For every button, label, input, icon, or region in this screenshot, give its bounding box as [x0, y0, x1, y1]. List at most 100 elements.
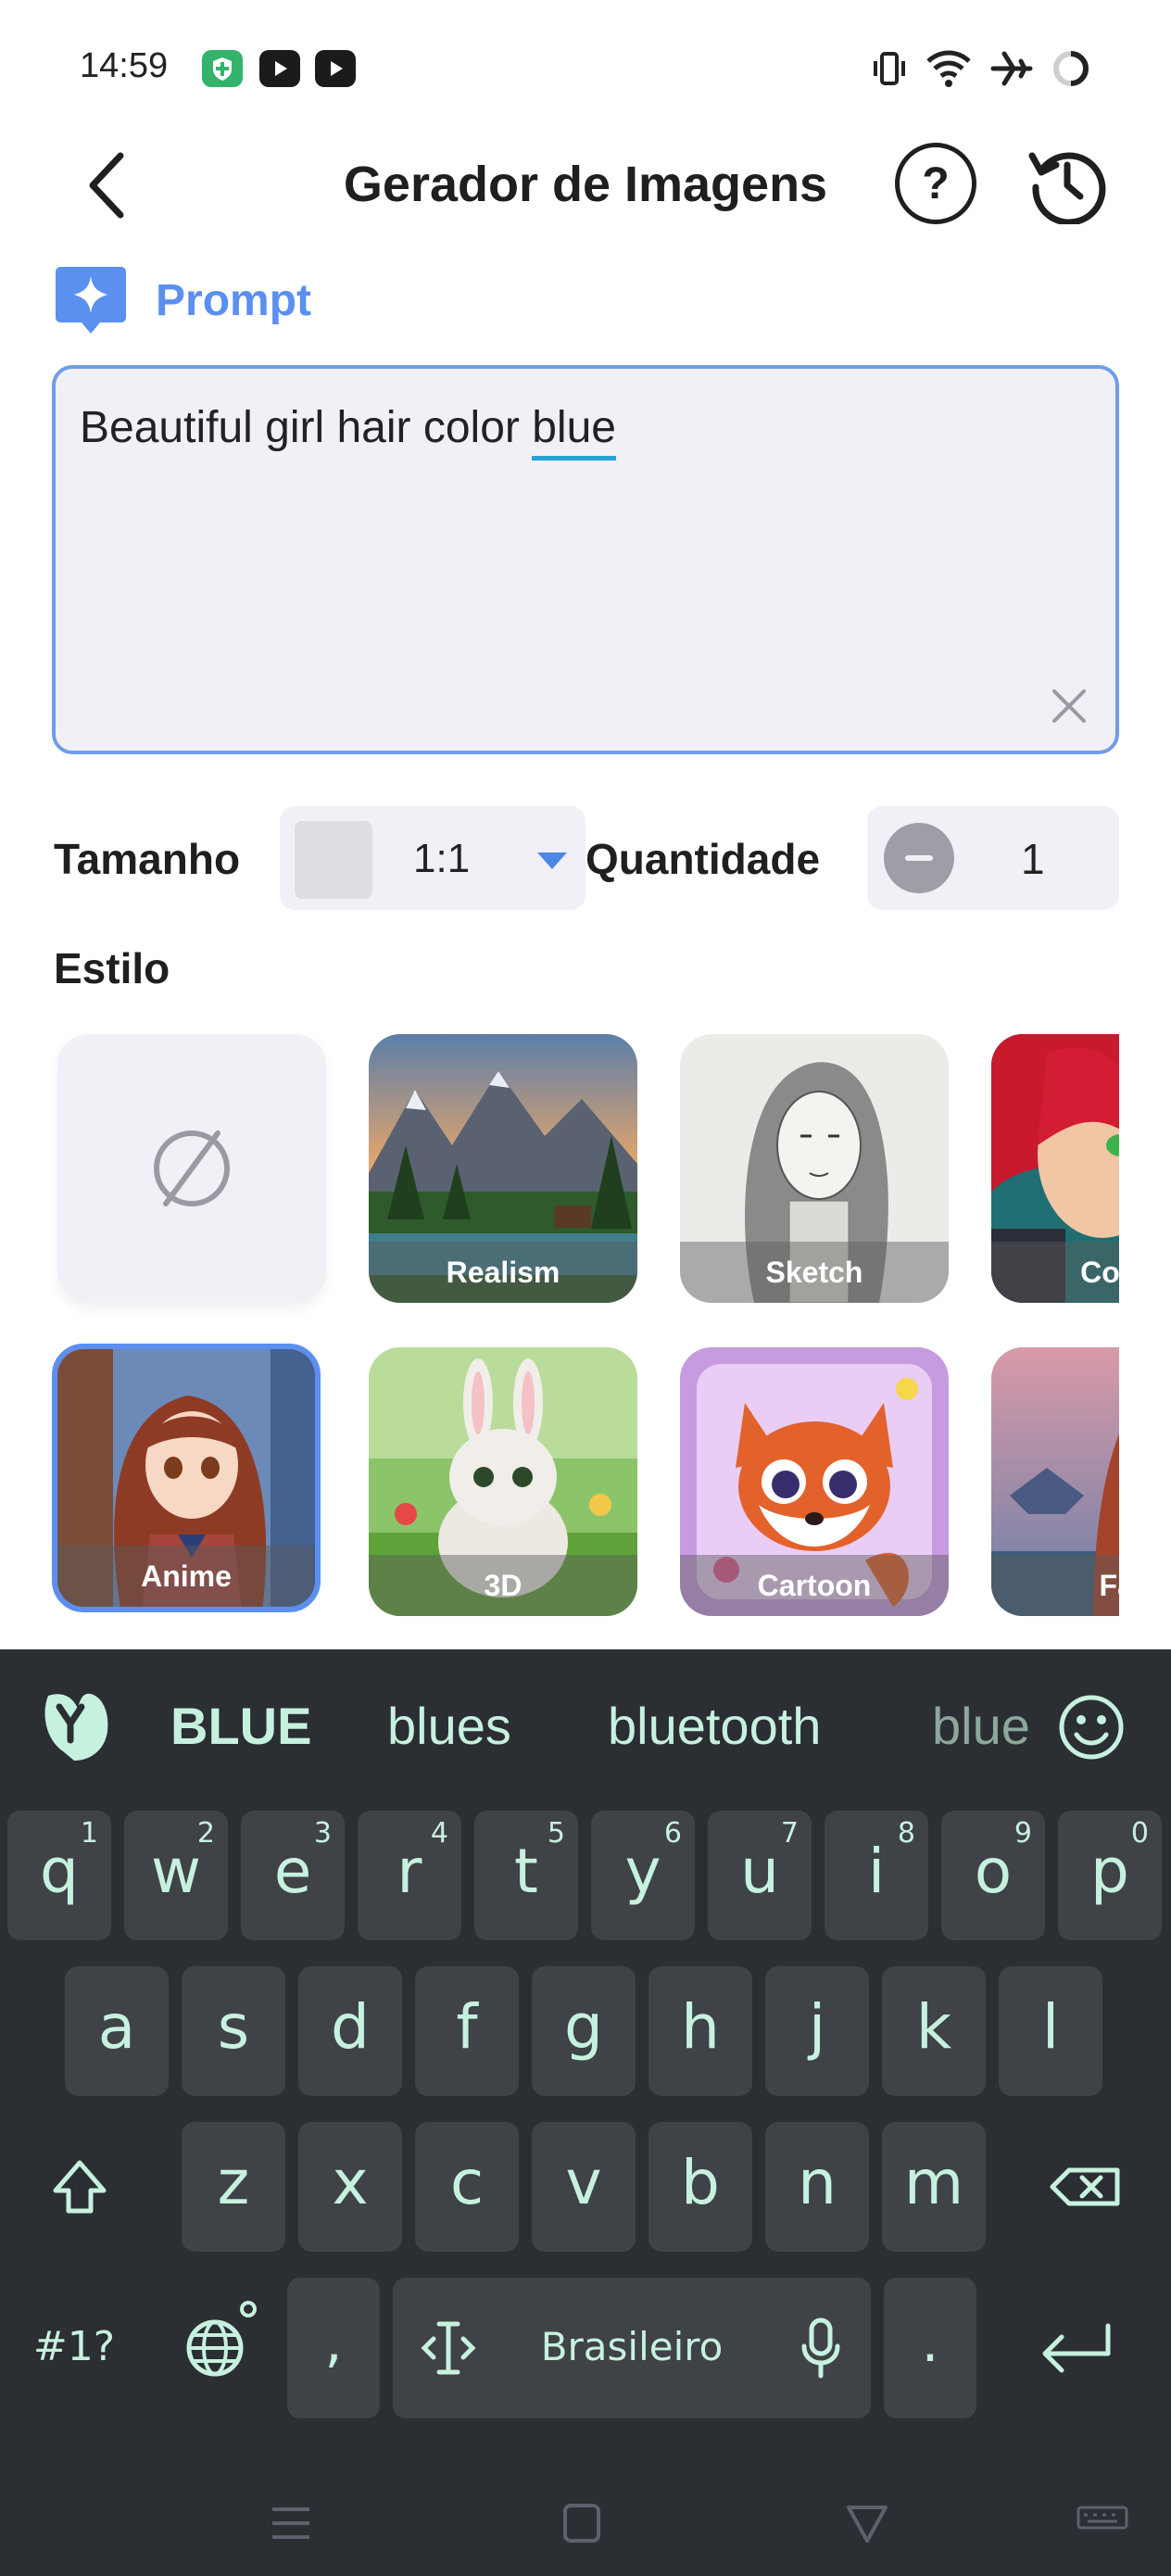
key-y[interactable]: y6 — [591, 1811, 695, 1940]
language-key[interactable] — [163, 2278, 267, 2407]
size-select[interactable]: 1:1 — [280, 806, 586, 910]
enter-key[interactable] — [1023, 2278, 1134, 2407]
key-u[interactable]: u7 — [708, 1811, 812, 1940]
quantity-label: Quantidade — [586, 835, 821, 883]
caret-down-icon — [537, 852, 567, 869]
prompt-composing-word: blue — [532, 403, 616, 461]
key-z[interactable]: z — [182, 2122, 285, 2252]
space-label: Brasileiro — [540, 2324, 724, 2369]
style-tile-realism[interactable]: Realism — [369, 1034, 637, 1303]
key-hint: 3 — [313, 1817, 332, 1850]
suggestion-item[interactable]: bluetooth — [608, 1696, 821, 1756]
globe-icon — [186, 2301, 257, 2377]
home-icon[interactable] — [560, 2500, 604, 2546]
shift-key[interactable] — [28, 2122, 132, 2252]
key-m[interactable]: m — [882, 2122, 986, 2252]
style-tile-label: Comic — [991, 1242, 1119, 1303]
key-o[interactable]: o9 — [941, 1811, 1045, 1940]
options-row: Tamanho 1:1 Quantidade 1 — [0, 801, 1171, 912]
comma-key[interactable]: , — [287, 2278, 380, 2418]
key-j[interactable]: j — [765, 1966, 869, 2096]
style-tile-cartoon[interactable]: Cartoon — [680, 1347, 949, 1616]
key-hint: 6 — [663, 1817, 682, 1850]
key-e[interactable]: e3 — [241, 1811, 345, 1940]
emoji-icon[interactable] — [1056, 1692, 1127, 1762]
key-p[interactable]: p0 — [1058, 1811, 1162, 1940]
vibrate-icon — [871, 48, 908, 94]
style-tile-label: Sketch — [680, 1242, 949, 1303]
prompt-input[interactable]: Beautiful girl hair color blue — [52, 365, 1119, 754]
key-q[interactable]: q1 — [7, 1811, 111, 1940]
style-tile-none[interactable] — [57, 1034, 326, 1303]
period-key[interactable]: . — [884, 2278, 976, 2418]
key-hint: 5 — [547, 1817, 565, 1850]
back-triangle-icon[interactable] — [843, 2500, 891, 2546]
style-tile-3d[interactable]: 3D — [369, 1347, 637, 1616]
key-g[interactable]: g — [532, 1966, 636, 2096]
style-grid: Realism Sketch Comic — [52, 1029, 1119, 1616]
key-h[interactable]: h — [648, 1966, 752, 2096]
key-char: y — [624, 1836, 661, 1907]
key-char: i — [867, 1836, 886, 1907]
key-b[interactable]: b — [648, 2122, 752, 2252]
space-key[interactable]: Brasileiro — [393, 2278, 871, 2418]
key-l[interactable]: l — [999, 1966, 1102, 2096]
prompt-label: Prompt — [156, 275, 311, 325]
prompt-text-main: Beautiful girl hair color — [80, 403, 533, 452]
keyboard-logo-icon[interactable] — [37, 1686, 115, 1764]
key-c[interactable]: c — [415, 2122, 519, 2252]
history-button[interactable] — [1026, 143, 1108, 226]
help-button[interactable]: ? — [895, 143, 976, 224]
style-label: Estilo — [54, 944, 170, 992]
size-swatch — [295, 821, 372, 899]
size-label: Tamanho — [54, 835, 241, 883]
header: Gerador de Imagens ? — [0, 130, 1171, 241]
key-s[interactable]: s — [182, 1966, 285, 2096]
close-icon[interactable] — [1047, 684, 1091, 728]
key-w[interactable]: w2 — [124, 1811, 228, 1940]
minus-icon[interactable] — [884, 823, 954, 893]
quantity-value: 1 — [1021, 835, 1045, 883]
key-d[interactable]: d — [298, 1966, 402, 2096]
style-tile-comic[interactable]: Comic — [991, 1034, 1119, 1303]
no-style-icon — [154, 1130, 230, 1206]
key-t[interactable]: t5 — [474, 1811, 578, 1940]
prompt-text[interactable]: Beautiful girl hair color blue — [80, 402, 616, 461]
keyboard-hide-icon[interactable] — [1075, 2504, 1130, 2541]
key-r[interactable]: r4 — [358, 1811, 461, 1940]
microphone-icon — [801, 2317, 840, 2379]
screen: 14:59 Gerador de Imagens ? Prompt Beauti… — [0, 0, 1171, 2576]
wifi-icon — [925, 48, 973, 94]
system-nav-bar — [0, 2472, 1171, 2576]
suggestion-item[interactable]: blues — [387, 1696, 511, 1756]
backspace-key[interactable] — [1036, 2122, 1140, 2252]
key-i[interactable]: i8 — [825, 1811, 928, 1940]
key-char: r — [397, 1836, 422, 1907]
key-char: e — [273, 1836, 312, 1907]
key-x[interactable]: x — [298, 2122, 402, 2252]
menu-icon[interactable] — [269, 2500, 313, 2546]
symbols-key[interactable]: #1? — [22, 2278, 126, 2407]
key-char: o — [974, 1836, 1013, 1907]
airplane-icon — [989, 48, 1034, 94]
key-f[interactable]: f — [415, 1966, 519, 2096]
suggestion-item[interactable]: blue — [932, 1696, 1034, 1756]
key-n[interactable]: n — [765, 2122, 869, 2252]
key-char: u — [740, 1836, 779, 1907]
style-tile-anime[interactable]: Anime — [52, 1344, 321, 1612]
youtube-icon — [315, 50, 356, 87]
key-char: p — [1090, 1836, 1129, 1907]
prompt-header: Prompt — [54, 263, 311, 337]
style-tile-sketch[interactable]: Sketch — [680, 1034, 949, 1303]
key-a[interactable]: a — [65, 1966, 169, 2096]
suggestion-item[interactable]: BLUE — [170, 1696, 311, 1756]
style-tile-label: Realism — [369, 1242, 637, 1303]
key-v[interactable]: v — [532, 2122, 636, 2252]
key-k[interactable]: k — [882, 1966, 986, 2096]
key-hint: 7 — [780, 1817, 799, 1850]
style-tile-fantasy[interactable]: Fan — [991, 1347, 1119, 1616]
backspace-icon — [1050, 2167, 1120, 2206]
battery-ring-icon — [1051, 48, 1091, 94]
quantity-stepper[interactable]: 1 — [867, 806, 1119, 910]
status-bar: 14:59 — [0, 0, 1171, 139]
